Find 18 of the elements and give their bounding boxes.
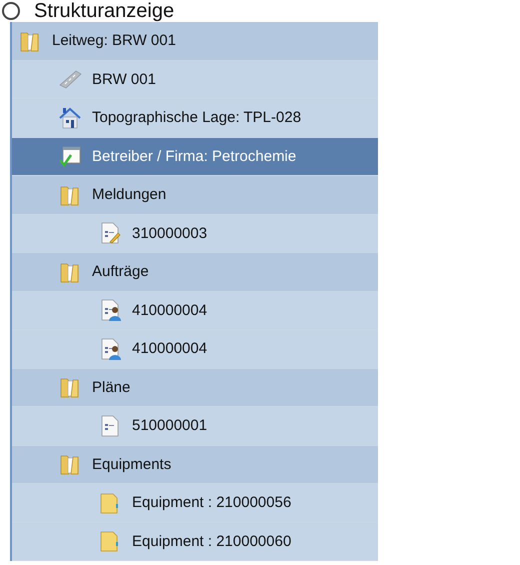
tree-item[interactable]: 410000004 bbox=[12, 292, 378, 330]
tree-item[interactable]: 510000001 bbox=[12, 407, 378, 446]
tree-item[interactable]: Equipment : 210000060 bbox=[12, 522, 378, 561]
panel-title: Strukturanzeige bbox=[34, 0, 174, 22]
tree-item[interactable]: 310000003 bbox=[12, 214, 378, 253]
tree-item[interactable]: Equipment : 210000056 bbox=[12, 484, 378, 522]
tree-item[interactable]: Aufträge bbox=[12, 253, 378, 292]
form-check-icon bbox=[58, 144, 82, 168]
tree-item[interactable]: 410000004 bbox=[12, 330, 378, 368]
radio-circle-icon bbox=[2, 2, 20, 20]
tree-item[interactable]: Meldungen bbox=[12, 176, 378, 214]
tree-item[interactable]: BRW 001 bbox=[12, 60, 378, 99]
tree-item[interactable]: Pläne bbox=[12, 368, 378, 407]
tree-item[interactable]: Leitweg: BRW 001 bbox=[12, 22, 378, 60]
house-icon bbox=[58, 106, 82, 130]
tree-item[interactable]: Betreiber / Firma: Petrochemie bbox=[12, 138, 378, 176]
tree-item[interactable]: Topographische Lage: TPL-028 bbox=[12, 99, 378, 138]
tree-item[interactable]: Equipments bbox=[12, 446, 378, 484]
